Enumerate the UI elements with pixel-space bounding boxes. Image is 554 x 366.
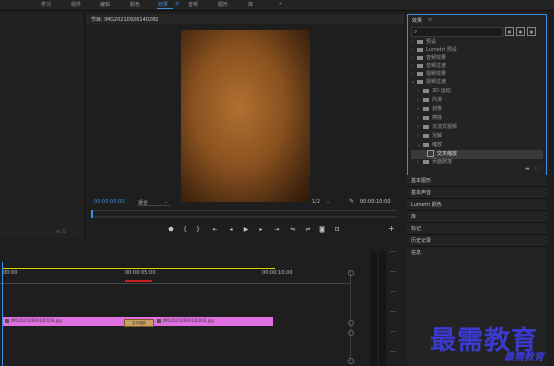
effects-panel-title[interactable]: 效果	[412, 17, 422, 24]
go-to-out-icon[interactable]: ⇥	[272, 226, 282, 233]
monitor-title[interactable]: 节目: IMG20210926140202	[91, 16, 158, 23]
workspace-tab-learn[interactable]: 学习	[41, 1, 51, 8]
workspace-tab-editing[interactable]: 编辑	[100, 1, 110, 8]
tree-item-cross-zoom[interactable]: 交叉缩放	[411, 150, 543, 159]
delete-icon[interactable]: ▢	[535, 166, 540, 172]
tree-item-video-transitions[interactable]: ⌄ 视频过渡	[411, 78, 543, 87]
chevron-down-icon: ⌄	[164, 199, 169, 205]
watermark-subtext: 最需教育	[504, 352, 544, 363]
duration-timecode: 00:00:10:00	[360, 199, 391, 205]
marker-icon[interactable]: ⬟	[166, 226, 176, 233]
render-bar-red	[125, 280, 152, 282]
zoom-handle[interactable]	[348, 270, 354, 276]
video-preview	[181, 30, 310, 202]
step-forward-icon[interactable]: ▸	[256, 226, 266, 233]
monitor-zoom-bar[interactable]	[91, 216, 397, 218]
clip-1-label[interactable]: IMG20210926140156.jpg	[11, 318, 62, 323]
tree-item-iris[interactable]: › 划像	[417, 105, 543, 114]
track-handle[interactable]	[348, 320, 354, 326]
fit-value: 适合	[138, 200, 149, 206]
audio-meter	[360, 241, 404, 366]
workspace-menu-icon[interactable]: ≡	[175, 1, 179, 7]
side-tab-lumetri-color[interactable]: Lumetri 颜色	[407, 199, 547, 211]
tree-item-zoom[interactable]: ⌄ 缩放	[417, 141, 543, 150]
workspace-more-icon[interactable]: »	[279, 1, 282, 7]
program-monitor: 节目: IMG20210926140202 ≡ 00:00:00:00 适合 ⌄…	[86, 14, 404, 238]
clip-2-label[interactable]: IMG20210926140202.jpg	[163, 318, 214, 323]
meter-tick	[390, 271, 396, 272]
meter-tick	[390, 311, 396, 312]
fx-badge-icon	[5, 319, 9, 323]
side-tab-essential-sound[interactable]: 基本声音	[407, 187, 547, 199]
workspace-tab-graphics[interactable]: 图形	[218, 1, 228, 8]
track-handle[interactable]	[348, 330, 354, 336]
step-back-icon[interactable]: ◂	[226, 226, 236, 233]
panel-footer-icons[interactable]: ≡ ⊡	[56, 229, 66, 235]
tree-item-page-peel[interactable]: › 页面剥落	[417, 159, 543, 166]
meter-tick	[390, 251, 396, 252]
side-tab-markers[interactable]: 标记	[407, 223, 547, 235]
effects-panel: 效果 ≡ ⌕ ▣ ▣ ▣ › 预设 › Lumetri 预设 › 音频效果 › 音频过渡…	[407, 14, 547, 176]
tree-item-immersive-video[interactable]: › 沉浸式视频	[417, 123, 543, 132]
render-bar-yellow	[3, 268, 275, 269]
fit-dropdown[interactable]: 适合 ⌄	[137, 198, 170, 206]
workspace-tab-audio[interactable]: 音频	[188, 1, 198, 8]
workspace-tab-color[interactable]: 颜色	[130, 1, 140, 8]
search-icon: ⌕	[414, 28, 418, 35]
monitor-menu-icon[interactable]: ≡	[152, 16, 156, 22]
play-icon[interactable]: ▶	[241, 226, 251, 233]
insert-icon[interactable]: ⇋	[288, 226, 298, 233]
timeline-playhead[interactable]	[2, 262, 3, 366]
tree-item-dissolve[interactable]: › 溶解	[417, 132, 543, 141]
yuv-effects-icon[interactable]: ▣	[527, 27, 536, 36]
audio-meter-right	[379, 251, 386, 366]
effects-search-input[interactable]: ⌕	[411, 27, 503, 37]
tree-item-slide[interactable]: › 内滑	[417, 96, 543, 105]
new-bin-icon[interactable]: ▬	[525, 166, 530, 172]
track-handle[interactable]	[348, 358, 354, 364]
workspace-tab-libraries[interactable]: 库	[248, 1, 253, 8]
mark-out-icon[interactable]: }	[193, 226, 203, 233]
side-tab-history[interactable]: 历史记录	[407, 235, 547, 247]
tree-item-wipe[interactable]: › 擦除	[417, 114, 543, 123]
go-to-in-icon[interactable]: ⇤	[210, 226, 220, 233]
workspace-bar: 学习 组件 编辑 颜色 效果 ≡ 音频 图形 库 »	[0, 0, 554, 11]
meter-tick	[390, 291, 396, 292]
transition-icon	[427, 150, 434, 157]
monitor-playhead[interactable]	[91, 210, 93, 218]
32bit-effects-icon[interactable]: ▣	[516, 27, 525, 36]
button-editor-icon[interactable]: ⊡	[332, 226, 342, 233]
wrench-icon[interactable]: ✎	[349, 198, 354, 205]
meter-tick	[390, 331, 396, 332]
timeline-scroll-track[interactable]	[350, 271, 351, 361]
side-tab-libraries[interactable]: 库	[407, 211, 547, 223]
side-tab-essential-graphics[interactable]: 基本图形	[407, 175, 547, 187]
active-workspace-underline	[157, 8, 173, 9]
workspace-tab-assembly[interactable]: 组件	[71, 1, 81, 8]
ruler-ticks	[0, 279, 350, 284]
export-frame-icon[interactable]: ◙	[317, 226, 327, 233]
add-button-icon[interactable]: +	[388, 224, 395, 233]
tree-item-3d-motion[interactable]: › 3D 运动	[417, 87, 543, 96]
current-timecode[interactable]: 00:00:00:00	[94, 199, 125, 205]
fx-badge-icon	[157, 319, 161, 323]
accelerated-effects-icon[interactable]: ▣	[505, 27, 514, 36]
workspace-tab-effects[interactable]: 效果	[158, 1, 168, 8]
source-panel: ≡ ⊡	[0, 14, 85, 238]
monitor-header: 节目: IMG20210926140202 ≡	[86, 14, 404, 24]
mark-in-icon[interactable]: {	[180, 226, 190, 233]
resolution-dropdown[interactable]: 1/2	[312, 199, 320, 205]
effects-menu-icon[interactable]: ≡	[428, 17, 432, 23]
audio-meter-left	[370, 251, 377, 366]
timeline-ruler[interactable]: 00:00 00:00:05:00 00:00:10:00	[0, 255, 356, 284]
ruler-label-5s: 00:00:05:00	[125, 270, 156, 276]
ruler-label-start: 00:00	[3, 270, 18, 276]
chevron-down-icon: ⌄	[326, 199, 331, 205]
timeline-panel: 00:00 00:00:05:00 00:00:10:00 IMG2021092…	[0, 241, 356, 366]
transition-cross-zoom[interactable]: 交叉缩放	[124, 319, 154, 327]
overwrite-icon[interactable]: ⇌	[303, 226, 313, 233]
ruler-label-10s: 00:00:10:00	[262, 270, 293, 276]
meter-tick	[390, 351, 396, 352]
